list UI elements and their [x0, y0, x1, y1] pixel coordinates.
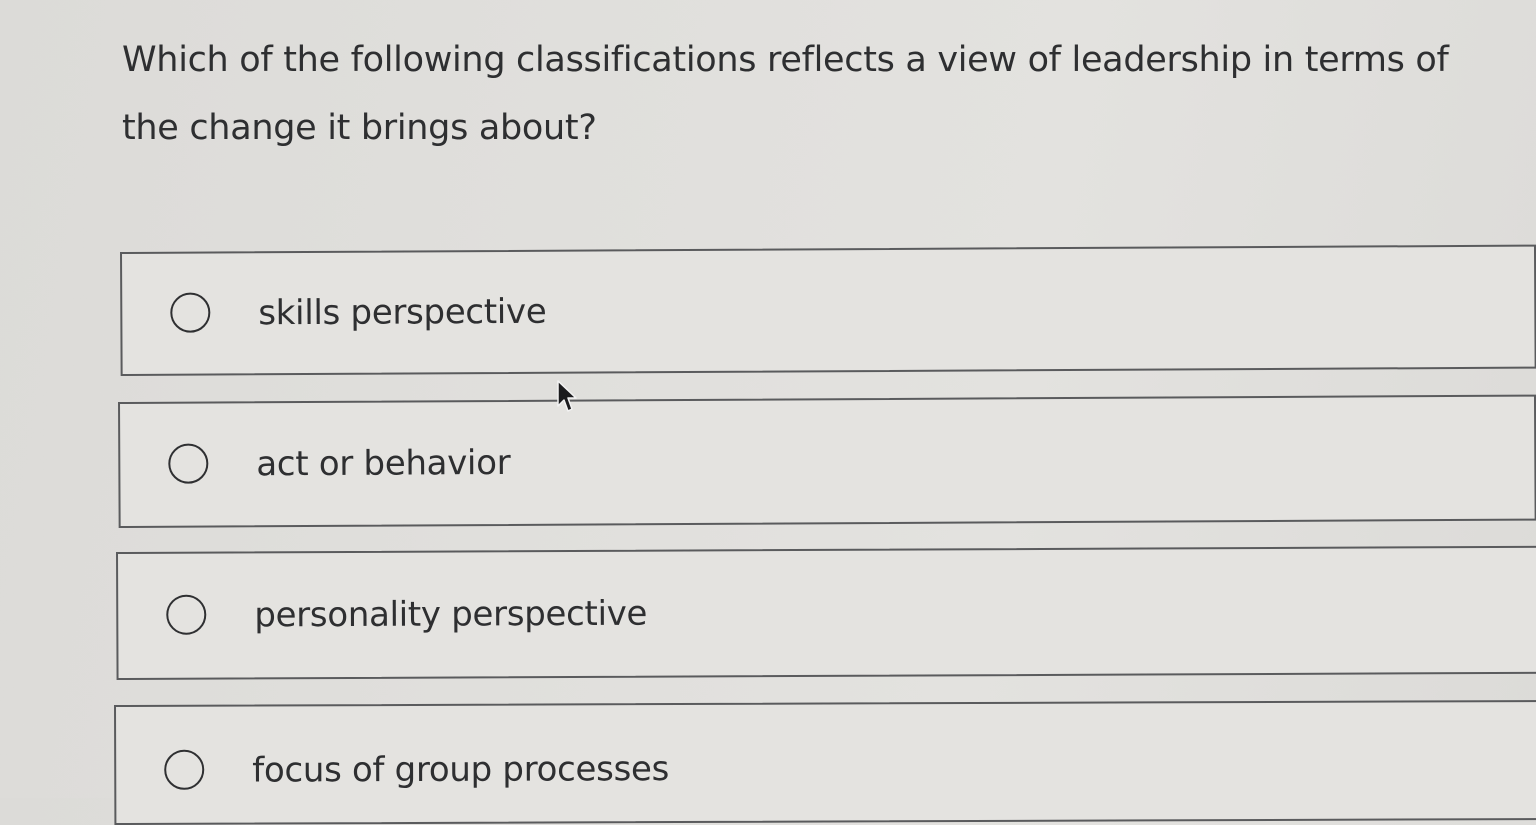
- radio-button-icon[interactable]: [168, 443, 209, 484]
- answer-options: skills perspective act or behavior perso…: [0, 0, 1536, 825]
- answer-option-label: personality perspective: [254, 593, 648, 636]
- answer-option-act-or-behavior[interactable]: act or behavior: [118, 394, 1536, 528]
- radio-button-icon[interactable]: [164, 749, 205, 790]
- answer-option-personality-perspective[interactable]: personality perspective: [116, 545, 1536, 680]
- answer-option-focus-of-group-processes[interactable]: focus of group processes: [114, 699, 1536, 825]
- radio-button-icon[interactable]: [166, 594, 207, 635]
- answer-option-label: focus of group processes: [252, 749, 670, 791]
- answer-option-skills-perspective[interactable]: skills perspective: [120, 244, 1536, 376]
- radio-button-icon[interactable]: [170, 292, 211, 333]
- mouse-pointer-icon: [557, 380, 577, 412]
- answer-option-label: act or behavior: [256, 442, 511, 485]
- answer-option-label: skills perspective: [258, 291, 547, 334]
